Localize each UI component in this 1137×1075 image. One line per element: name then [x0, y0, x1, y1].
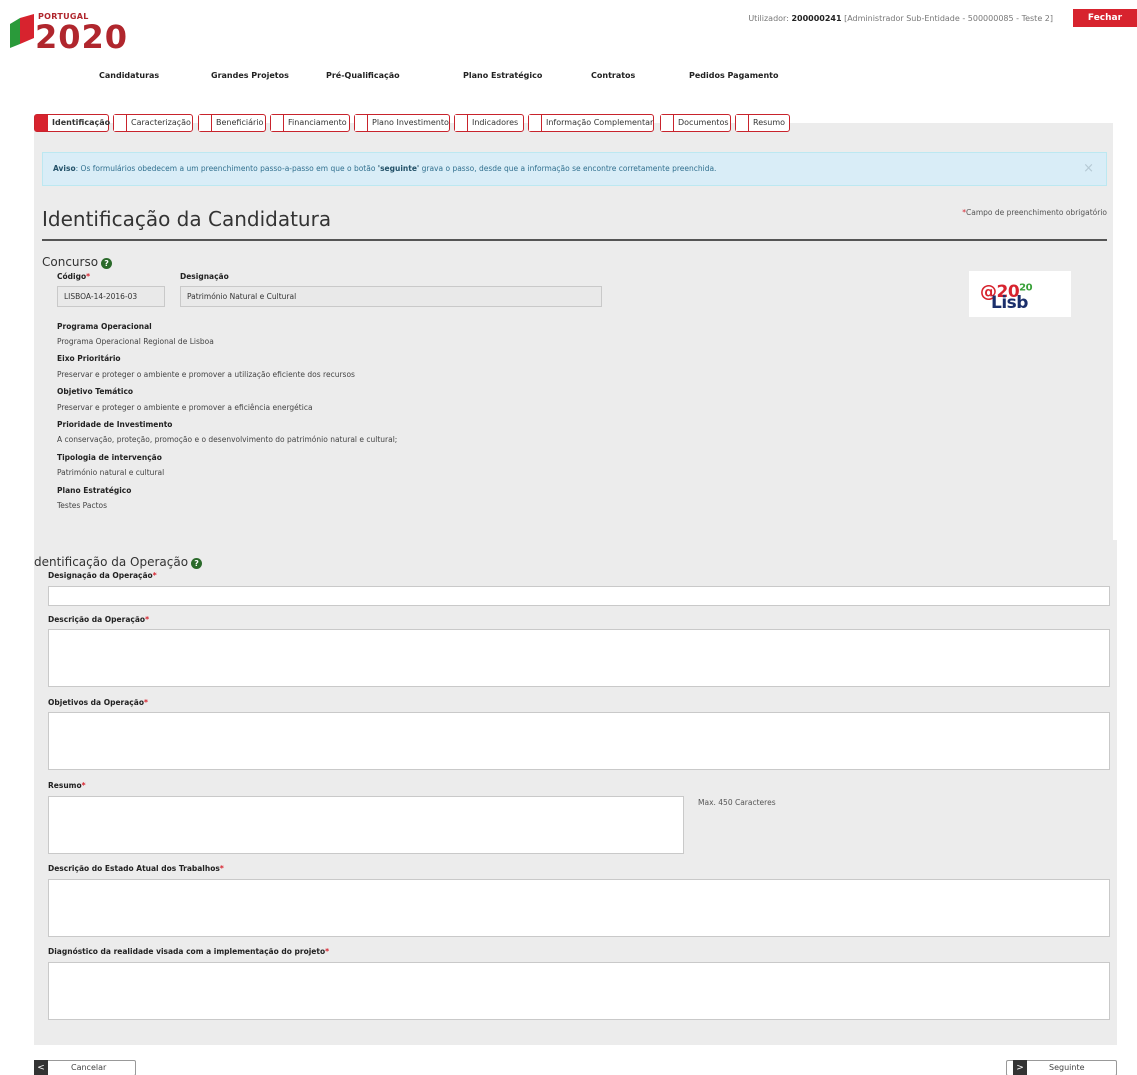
estado-trabalhos-textarea[interactable] [48, 879, 1110, 937]
detail-value: Programa Operacional Regional de Lisboa [57, 337, 214, 346]
tab-informacao-complementar[interactable]: Informação Complementar [528, 114, 654, 132]
chevron-right-icon: > [1013, 1060, 1027, 1075]
close-icon[interactable]: × [1083, 153, 1094, 185]
detail-value: Património natural e cultural [57, 468, 165, 477]
nav-item-pedidos-pagamento[interactable]: Pedidos Pagamento [689, 71, 778, 80]
lisboa-2020-logo: Lisb @2020 [969, 271, 1071, 317]
tab-financiamento[interactable]: Financiamento [270, 114, 350, 132]
tab-identificacao[interactable]: Identificação [34, 114, 110, 132]
chevron-left-icon: < [34, 1060, 48, 1075]
designacao-field: Património Natural e Cultural [180, 286, 602, 307]
detail-label: Eixo Prioritário [57, 354, 121, 363]
required-note: *Campo de preenchimento obrigatório [962, 208, 1107, 217]
codigo-label: Código* [57, 272, 91, 281]
codigo-field: LISBOA-14-2016-03 [57, 286, 165, 307]
designacao-operacao-label: Designação da Operação* [48, 571, 157, 580]
resumo-textarea[interactable] [48, 796, 684, 854]
tab-plano-investimento[interactable]: Plano Investimento [354, 114, 450, 132]
tab-indicadores[interactable]: Indicadores [454, 114, 524, 132]
next-button[interactable]: > Seguinte [1006, 1060, 1117, 1075]
designacao-label: Designação [180, 272, 229, 281]
portugal-2020-logo: PORTUGAL 2020 [8, 10, 138, 56]
descricao-operacao-textarea[interactable] [48, 629, 1110, 687]
designacao-operacao-input[interactable] [48, 586, 1110, 606]
user-info: Utilizador: 200000241 [Administrador Sub… [748, 14, 1053, 23]
nav-item-grandes-projetos[interactable]: Grandes Projetos [211, 71, 289, 80]
detail-value: Preservar e proteger o ambiente e promov… [57, 370, 355, 379]
help-icon[interactable]: ? [101, 258, 113, 269]
detail-label: Objetivo Temático [57, 387, 134, 396]
operacao-section-title: dentificação da Operação? [34, 555, 203, 569]
detail-label: Plano Estratégico [57, 486, 132, 495]
cancel-button[interactable]: < Cancelar [34, 1060, 136, 1075]
resumo-hint: Max. 450 Caracteres [698, 798, 776, 807]
objetivos-operacao-textarea[interactable] [48, 712, 1110, 770]
detail-label: Tipologia de intervenção [57, 453, 162, 462]
tab-beneficiario[interactable]: Beneficiário [198, 114, 266, 132]
tab-caracterizacao[interactable]: Caracterização [113, 114, 193, 132]
brand-year: 2020 [35, 18, 129, 56]
help-icon[interactable]: ? [191, 558, 203, 569]
main-nav: Candidaturas Grandes Projetos Pré-Qualif… [0, 71, 1137, 83]
tab-documentos[interactable]: Documentos [660, 114, 731, 132]
page-title: Identificação da Candidatura [42, 207, 332, 231]
detail-value: Testes Pactos [57, 501, 108, 510]
concurso-section-title: Concurso? [42, 255, 113, 269]
detail-label: Programa Operacional [57, 322, 152, 331]
nav-item-pre-qualificacao[interactable]: Pré-Qualificação [326, 71, 400, 80]
detail-value: A conservação, proteção, promoção e o de… [57, 435, 398, 444]
info-alert: Aviso: Os formulários obedecem a um pree… [42, 152, 1107, 186]
user-id: 200000241 [791, 14, 842, 23]
diagnostico-textarea[interactable] [48, 962, 1110, 1020]
tab-resumo[interactable]: Resumo [735, 114, 790, 132]
resumo-label: Resumo* [48, 781, 86, 790]
diagnostico-label: Diagnóstico da realidade visada com a im… [48, 947, 330, 956]
nav-item-plano-estrategico[interactable]: Plano Estratégico [463, 71, 542, 80]
nav-item-candidaturas[interactable]: Candidaturas [99, 71, 159, 80]
portugal-flag-icon [10, 14, 34, 48]
descricao-operacao-label: Descrição da Operação* [48, 615, 149, 624]
detail-label: Prioridade de Investimento [57, 420, 173, 429]
nav-item-contratos[interactable]: Contratos [591, 71, 635, 80]
title-divider [42, 239, 1107, 241]
estado-trabalhos-label: Descrição do Estado Atual dos Trabalhos* [48, 864, 224, 873]
objetivos-operacao-label: Objetivos da Operação* [48, 698, 148, 707]
close-window-button[interactable]: Fechar Janela [1073, 9, 1137, 41]
detail-value: Preservar e proteger o ambiente e promov… [57, 403, 313, 412]
